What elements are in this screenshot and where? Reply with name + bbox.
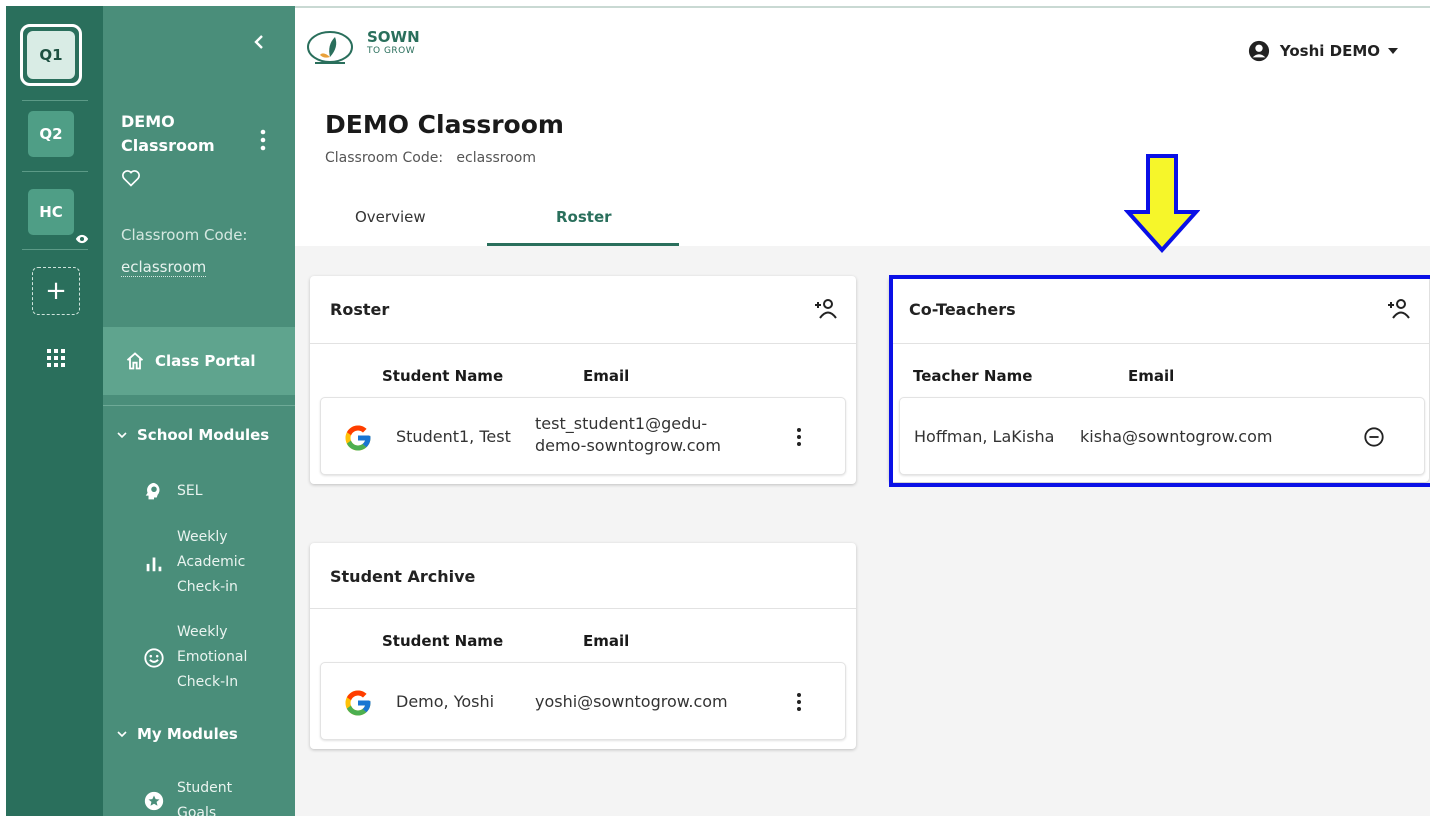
roster-col-name: Student Name (382, 367, 504, 385)
my-modules-title: My Modules (137, 725, 238, 743)
app-frame: Q1 Q2 HC + DEMO Classroom Classroom Code… (6, 6, 1430, 816)
roster-student-name: Student1, Test (396, 427, 511, 446)
archive-card-header: Student Archive (310, 543, 856, 609)
rail-class-q2[interactable]: Q2 (28, 111, 74, 157)
roster-col-email: Email (583, 367, 630, 385)
chevron-left-icon[interactable] (249, 32, 269, 52)
add-person-icon[interactable] (814, 298, 838, 320)
sidebar-code-label: Classroom Code: (121, 226, 248, 244)
top-header: SOWN TO GROW Yoshi DEMO (295, 8, 1430, 88)
module-weekly-academic[interactable]: Weekly Academic Check-in (143, 525, 245, 600)
module-student-goals-label: Student Goals (177, 776, 232, 816)
sidebar-classroom-name: DEMO Classroom (121, 112, 215, 155)
page-classroom-code: Classroom Code: eclassroom (325, 150, 536, 166)
archive-student-name: Demo, Yoshi (396, 692, 495, 711)
roster-student-email: test_student1@gedu- demo-sowntogrow.com (535, 413, 721, 457)
school-modules-title: School Modules (137, 426, 270, 444)
page-title: DEMO Classroom (325, 110, 564, 139)
archive-title: Student Archive (330, 567, 476, 586)
more-vert-icon[interactable] (795, 427, 803, 447)
sown-to-grow-logo[interactable] (305, 27, 355, 67)
module-line: Weekly (177, 624, 228, 640)
table-row[interactable]: Student1, Test test_student1@gedu- demo-… (320, 397, 846, 475)
module-line: Emotional (177, 649, 248, 665)
page-code-label: Classroom Code: (325, 150, 444, 166)
more-vert-icon[interactable] (795, 692, 803, 712)
student-archive-card: Student Archive Student Name Email Demo,… (310, 543, 856, 749)
module-line: Check-In (177, 674, 239, 690)
user-menu[interactable]: Yoshi DEMO (1248, 40, 1408, 62)
logo-wordmark: SOWN TO GROW (367, 30, 420, 58)
page-header: DEMO Classroom Classroom Code: eclassroo… (295, 88, 1430, 246)
account-circle-icon (1248, 40, 1269, 62)
user-name: Yoshi DEMO (1279, 42, 1380, 60)
module-line: Check-in (177, 579, 238, 595)
smiley-icon (144, 647, 164, 668)
caret-down-icon (1388, 48, 1398, 54)
archive-col-email: Email (583, 632, 630, 650)
active-tab-indicator (487, 243, 679, 246)
module-line: Academic (177, 554, 246, 570)
apps-grid-icon[interactable] (47, 349, 65, 367)
chevron-down-icon (117, 731, 127, 738)
chevron-down-icon (117, 432, 127, 439)
archive-col-name: Student Name (382, 632, 504, 650)
heart-icon[interactable] (121, 168, 141, 188)
tab-overview[interactable]: Overview (355, 208, 426, 226)
class-rail: Q1 Q2 HC + (6, 6, 103, 816)
google-icon (345, 425, 371, 451)
module-weekly-academic-label: Weekly Academic Check-in (177, 525, 245, 600)
my-modules-header[interactable]: My Modules (117, 725, 238, 743)
brain-icon (145, 482, 160, 499)
module-student-goals[interactable]: Student Goals (143, 776, 232, 816)
sidebar-code-value[interactable]: eclassroom (121, 258, 207, 277)
rail-class-q1-label: Q1 (27, 31, 75, 79)
module-line: Goals (177, 805, 217, 816)
module-line: Student (177, 780, 233, 796)
school-modules-header[interactable]: School Modules (117, 426, 269, 444)
classroom-sidebar: DEMO Classroom Classroom Code: eclassroo… (103, 6, 295, 816)
rail-divider (22, 249, 88, 250)
rail-class-q1[interactable]: Q1 (20, 24, 82, 86)
roster-title: Roster (330, 300, 390, 319)
arrow-down-icon (1124, 154, 1200, 253)
module-line: Weekly (177, 529, 228, 545)
page-code-value: eclassroom (456, 150, 537, 166)
bar-chart-icon (146, 557, 162, 571)
home-icon (126, 352, 144, 370)
logo-line2: TO GROW (367, 46, 416, 56)
rail-divider (22, 100, 88, 101)
eye-icon (75, 234, 89, 244)
add-class-button[interactable]: + (32, 267, 80, 315)
google-icon (345, 690, 371, 716)
email-line1: test_student1@gedu- (535, 414, 708, 433)
table-row[interactable]: Demo, Yoshi yoshi@sowntogrow.com (320, 662, 846, 740)
rail-divider (22, 171, 88, 172)
archive-student-email: yoshi@sowntogrow.com (535, 692, 728, 711)
sidebar-divider (103, 405, 295, 406)
email-line2: demo-sowntogrow.com (535, 436, 721, 455)
module-sel-label: SEL (177, 483, 203, 499)
class-portal-label: Class Portal (155, 352, 256, 370)
class-portal-nav[interactable]: Class Portal (103, 327, 295, 395)
star-circle-icon (144, 791, 164, 811)
roster-card: Roster Student Name Email Student1, Test… (310, 276, 856, 484)
rail-class-hc[interactable]: HC (28, 189, 74, 235)
module-weekly-emotional[interactable]: Weekly Emotional Check-In (143, 620, 247, 695)
module-sel[interactable]: SEL (143, 479, 203, 504)
tab-roster[interactable]: Roster (556, 208, 612, 226)
roster-card-header: Roster (310, 276, 856, 344)
module-weekly-emotional-label: Weekly Emotional Check-In (177, 620, 247, 695)
more-vert-icon[interactable] (253, 128, 273, 152)
highlight-box (889, 275, 1430, 487)
